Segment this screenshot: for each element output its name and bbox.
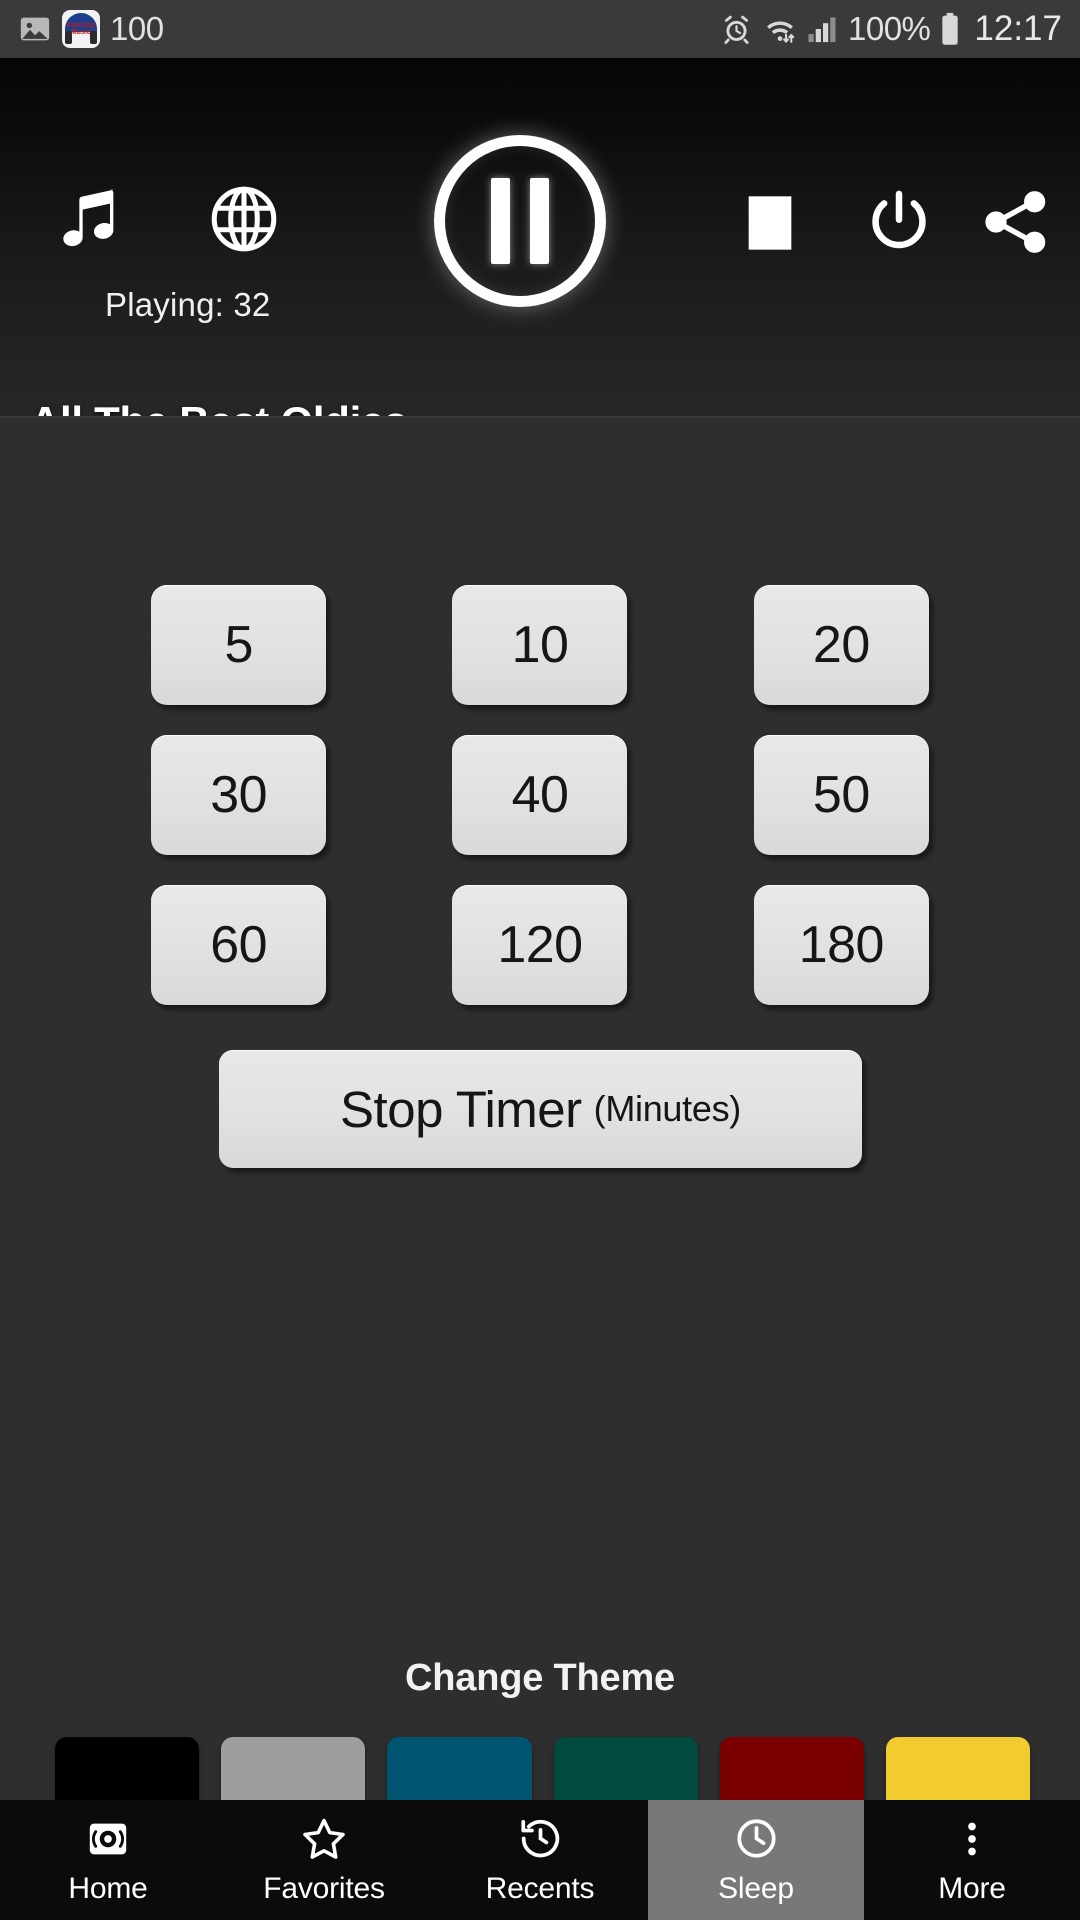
stop-timer-label: Stop Timer <box>340 1080 582 1138</box>
timer-preset-button[interactable]: 50 <box>753 735 929 855</box>
timer-preset-button[interactable]: 120 <box>452 885 628 1005</box>
alarm-icon <box>720 13 753 46</box>
star-icon <box>300 1815 348 1863</box>
timer-preset-button[interactable]: 5 <box>151 585 327 705</box>
bottom-navigation: Home Favorites Recents Sleep More <box>0 1800 1080 1920</box>
wifi-icon <box>762 13 798 46</box>
stop-timer-unit: (Minutes) <box>593 1088 742 1129</box>
status-bar-right: 100% 12:17 <box>720 9 1062 49</box>
status-bar: Nonstop Music 100 100% 12:17 <box>0 0 1080 58</box>
more-vertical-icon <box>950 1815 994 1863</box>
power-icon[interactable] <box>860 182 938 260</box>
timer-preset-button[interactable]: 60 <box>151 885 327 1005</box>
change-theme-label: Change Theme <box>405 1657 675 1699</box>
playing-count-label: Playing: 32 <box>105 286 271 323</box>
nav-item-sleep[interactable]: Sleep <box>648 1800 864 1920</box>
nav-item-favorites[interactable]: Favorites <box>216 1800 432 1920</box>
battery-icon <box>939 12 961 46</box>
history-icon <box>517 1815 564 1863</box>
pause-button[interactable] <box>434 135 606 307</box>
globe-icon[interactable] <box>205 180 283 258</box>
timer-presets-grid: 5 10 20 30 40 50 60 120 180 <box>0 585 1080 1005</box>
nonstop-music-app-icon: Nonstop Music <box>62 10 100 48</box>
image-icon <box>18 12 52 46</box>
timer-preset-button[interactable]: 180 <box>753 885 929 1005</box>
nav-label-favorites: Favorites <box>263 1871 385 1905</box>
timer-preset-button[interactable]: 10 <box>452 585 628 705</box>
timer-preset-button[interactable]: 40 <box>452 735 628 855</box>
stop-icon[interactable] <box>735 188 805 258</box>
share-icon[interactable] <box>975 182 1055 262</box>
sleep-timer-panel: 5 10 20 30 40 50 60 120 180 Stop Timer (… <box>0 419 1080 1842</box>
app-screen: Nonstop Music 100 100% 12:17 Playing: 32… <box>0 0 1080 1920</box>
stop-timer-button[interactable]: Stop Timer (Minutes) <box>219 1050 862 1168</box>
app-icon-label: Nonstop Music <box>66 22 96 36</box>
nav-item-more[interactable]: More <box>864 1800 1080 1920</box>
nav-label-recents: Recents <box>485 1871 595 1905</box>
signal-icon <box>807 14 839 44</box>
status-bar-clock: 12:17 <box>974 9 1062 48</box>
nav-item-home[interactable]: Home <box>0 1800 216 1920</box>
radio-icon <box>85 1815 131 1863</box>
battery-percent: 100% <box>848 10 931 47</box>
clock-icon <box>733 1815 780 1863</box>
status-bar-left: Nonstop Music 100 <box>18 10 164 48</box>
music-note-icon[interactable] <box>48 178 130 260</box>
pause-bar-left <box>491 178 510 264</box>
nav-label-home: Home <box>68 1871 148 1905</box>
timer-preset-button[interactable]: 30 <box>151 735 327 855</box>
notification-count: 100 <box>110 10 164 47</box>
nav-label-sleep: Sleep <box>718 1871 794 1905</box>
nav-label-more: More <box>938 1871 1006 1905</box>
pause-bar-right <box>530 178 549 264</box>
player-controls: Playing: 32 <box>0 58 1080 323</box>
player-header: Playing: 32 All The Best Oldies <box>0 58 1080 445</box>
nav-item-recents[interactable]: Recents <box>432 1800 648 1920</box>
timer-preset-button[interactable]: 20 <box>753 585 929 705</box>
